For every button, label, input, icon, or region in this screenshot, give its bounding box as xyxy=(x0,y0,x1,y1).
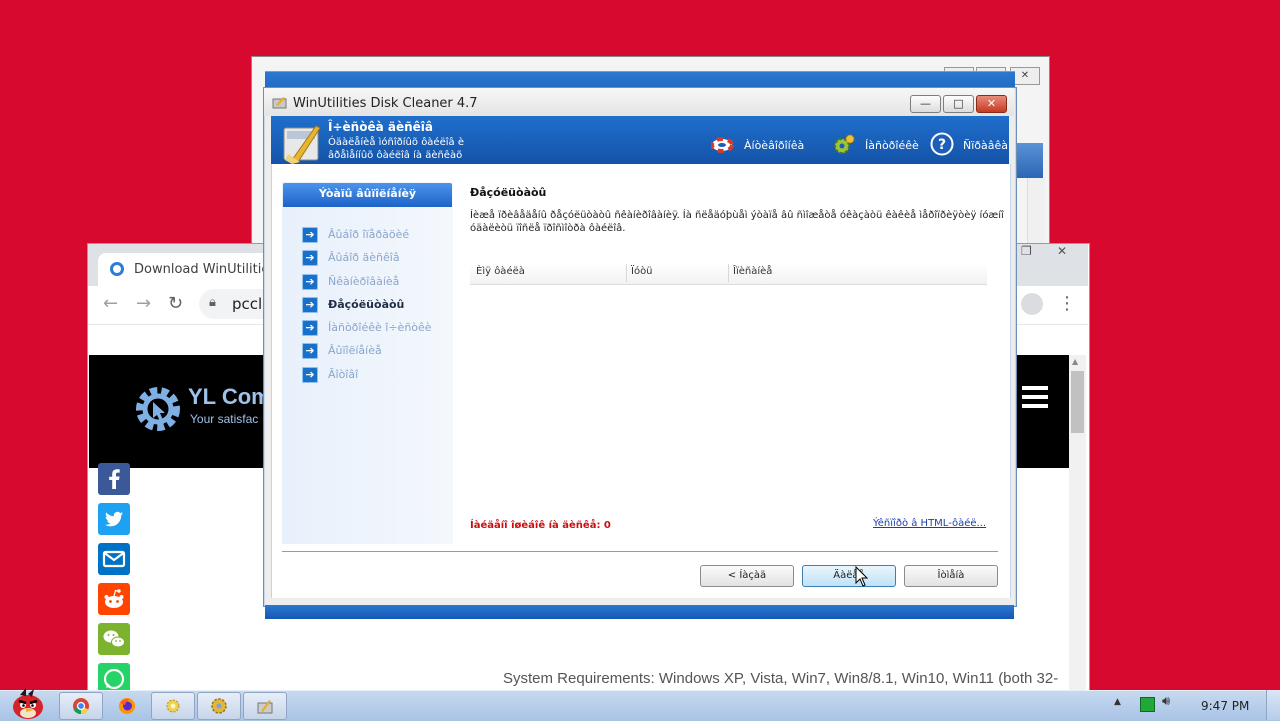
section-description-line2: óäàëèòü ïîñëå ïðîñìîòðà ôàéëîâ. xyxy=(470,223,626,234)
tab-title: Download WinUtilities xyxy=(134,262,277,277)
scroll-up-arrow-icon[interactable]: ▲ xyxy=(1072,357,1078,366)
site-title[interactable]: YL Com xyxy=(188,384,271,410)
taskbar-clock[interactable]: 9:47 PM xyxy=(1201,699,1249,713)
start-button-angry-bird-icon[interactable] xyxy=(4,686,52,720)
errors-found-status: Íàéäåíî îøèáîê íà äèñêå: 0 xyxy=(470,520,611,531)
column-header-filename[interactable]: Èìÿ ôàéëà xyxy=(476,266,525,277)
facebook-share-button[interactable] xyxy=(98,463,130,495)
taskbar-disk-cleaner-button[interactable] xyxy=(243,692,287,720)
taskbar-firefox-button[interactable] xyxy=(105,692,149,720)
dialog-title: WinUtilities Disk Cleaner 4.7 xyxy=(293,96,478,111)
banner-description-line1: Óäàëåíèå ìóñîðíûõ ôàéëîâ è xyxy=(328,137,464,148)
page-scrollbar-thumb[interactable] xyxy=(1071,371,1084,433)
svg-text:?: ? xyxy=(938,137,946,153)
email-share-button[interactable] xyxy=(98,543,130,575)
close-button[interactable]: ✕ xyxy=(976,95,1007,113)
step-arrow-icon: ➔ xyxy=(302,367,318,383)
site-tagline: Your satisfac xyxy=(190,412,259,426)
email-icon xyxy=(102,550,126,568)
twitter-share-button[interactable] xyxy=(98,503,130,535)
banner-description-line2: âðåìåííûõ ôàéëîâ íà äèñêàõ xyxy=(328,150,463,161)
column-header-path[interactable]: Ïóòü xyxy=(631,266,653,277)
step-arrow-icon: ➔ xyxy=(302,320,318,336)
chrome-menu-icon[interactable]: ⋮ xyxy=(1058,293,1076,314)
reddit-share-button[interactable] xyxy=(98,583,130,615)
tray-overflow-icon[interactable]: ▲ xyxy=(1114,697,1121,707)
mouse-cursor-icon xyxy=(855,566,869,587)
firefox-icon xyxy=(119,698,135,714)
twitter-icon xyxy=(105,511,123,527)
system-requirements-text: System Requirements: Windows XP, Vista, … xyxy=(503,670,1059,687)
profile-avatar-icon[interactable] xyxy=(1021,293,1043,315)
chrome-icon xyxy=(73,698,89,715)
section-description-line1: Íèæå ïðèâåäåíû ðåçóëüòàòû ñêàíèðîâàíèÿ. … xyxy=(470,210,1004,221)
export-html-link[interactable]: Ýêñïîðò â HTML-ôàéë... xyxy=(873,518,986,529)
toolbar-antivirus-label: Àíòèâîðîíêà xyxy=(744,139,805,152)
back-button[interactable]: < Íàçàä xyxy=(700,565,794,587)
taskbar-chrome-button[interactable] xyxy=(59,692,103,720)
wechat-share-button[interactable] xyxy=(98,623,130,655)
gear-icon xyxy=(834,134,855,154)
minimize-button[interactable]: — xyxy=(910,95,941,113)
column-divider[interactable] xyxy=(728,264,729,282)
step-arrow-icon: ➔ xyxy=(302,274,318,290)
step-arrow-icon: ➔ xyxy=(302,250,318,266)
dialog-separator xyxy=(282,551,998,552)
show-desktop-button[interactable] xyxy=(1266,690,1280,720)
disk-cleaner-icon xyxy=(257,700,273,714)
toolbar-settings-label: Íàñòðîéêè xyxy=(865,139,919,152)
whatsapp-share-button[interactable] xyxy=(98,663,130,690)
facebook-icon xyxy=(109,469,120,489)
wechat-icon xyxy=(103,630,125,648)
step-arrow-icon: ➔ xyxy=(302,227,318,243)
chrome-window-controls[interactable]: ❐ ✕ xyxy=(1015,244,1085,260)
column-divider[interactable] xyxy=(626,264,627,282)
disk-broom-icon xyxy=(283,125,321,164)
winutilities-icon xyxy=(166,699,180,713)
results-list[interactable] xyxy=(469,262,989,512)
next-button[interactable]: Äàëåå xyxy=(802,565,896,587)
steps-header: Ýòàïû âûïîëíåíèÿ xyxy=(283,183,452,207)
taskbar-settings-button[interactable] xyxy=(197,692,241,720)
disk-cleaner-app-icon xyxy=(272,97,287,109)
taskbar-folder-button[interactable] xyxy=(151,692,195,720)
settings-gear-icon xyxy=(211,698,227,714)
lifebuoy-icon xyxy=(711,137,734,153)
bg-main-scrollbar[interactable] xyxy=(1027,178,1045,248)
maximize-button[interactable]: □ xyxy=(943,95,974,113)
site-menu-icon[interactable] xyxy=(1022,386,1048,408)
toolbar-help-label: Ñïðàâêà xyxy=(963,139,1009,152)
step-arrow-icon: ➔ xyxy=(302,297,318,313)
lock-icon: 🔒︎ xyxy=(209,295,216,310)
chrome-close-icon[interactable]: ✕ xyxy=(1057,244,1067,258)
volume-icon[interactable]: 🔊︎ xyxy=(1162,694,1170,709)
help-icon: ? xyxy=(930,132,954,156)
site-logo-gear-icon xyxy=(136,387,180,431)
section-title: Ðåçóëüòàòû xyxy=(470,186,547,199)
chrome-restore-icon[interactable]: ❐ xyxy=(1021,244,1032,258)
banner-title: Î÷èñòêà äèñêîâ xyxy=(328,120,433,134)
tab-favicon-icon xyxy=(110,262,124,276)
reload-icon[interactable]: ↻ xyxy=(168,293,183,314)
reddit-icon xyxy=(104,589,124,608)
column-header-description[interactable]: Îïèñàíèå xyxy=(733,266,772,277)
network-icon[interactable] xyxy=(1140,697,1155,712)
dialog-bottom-strip xyxy=(265,605,1014,619)
bg-main-side-strip xyxy=(1013,143,1043,178)
cancel-button[interactable]: Îòìåíà xyxy=(904,565,998,587)
back-arrow-icon[interactable]: ← xyxy=(103,293,118,314)
forward-arrow-icon[interactable]: → xyxy=(136,293,151,314)
step-arrow-icon: ➔ xyxy=(302,343,318,359)
